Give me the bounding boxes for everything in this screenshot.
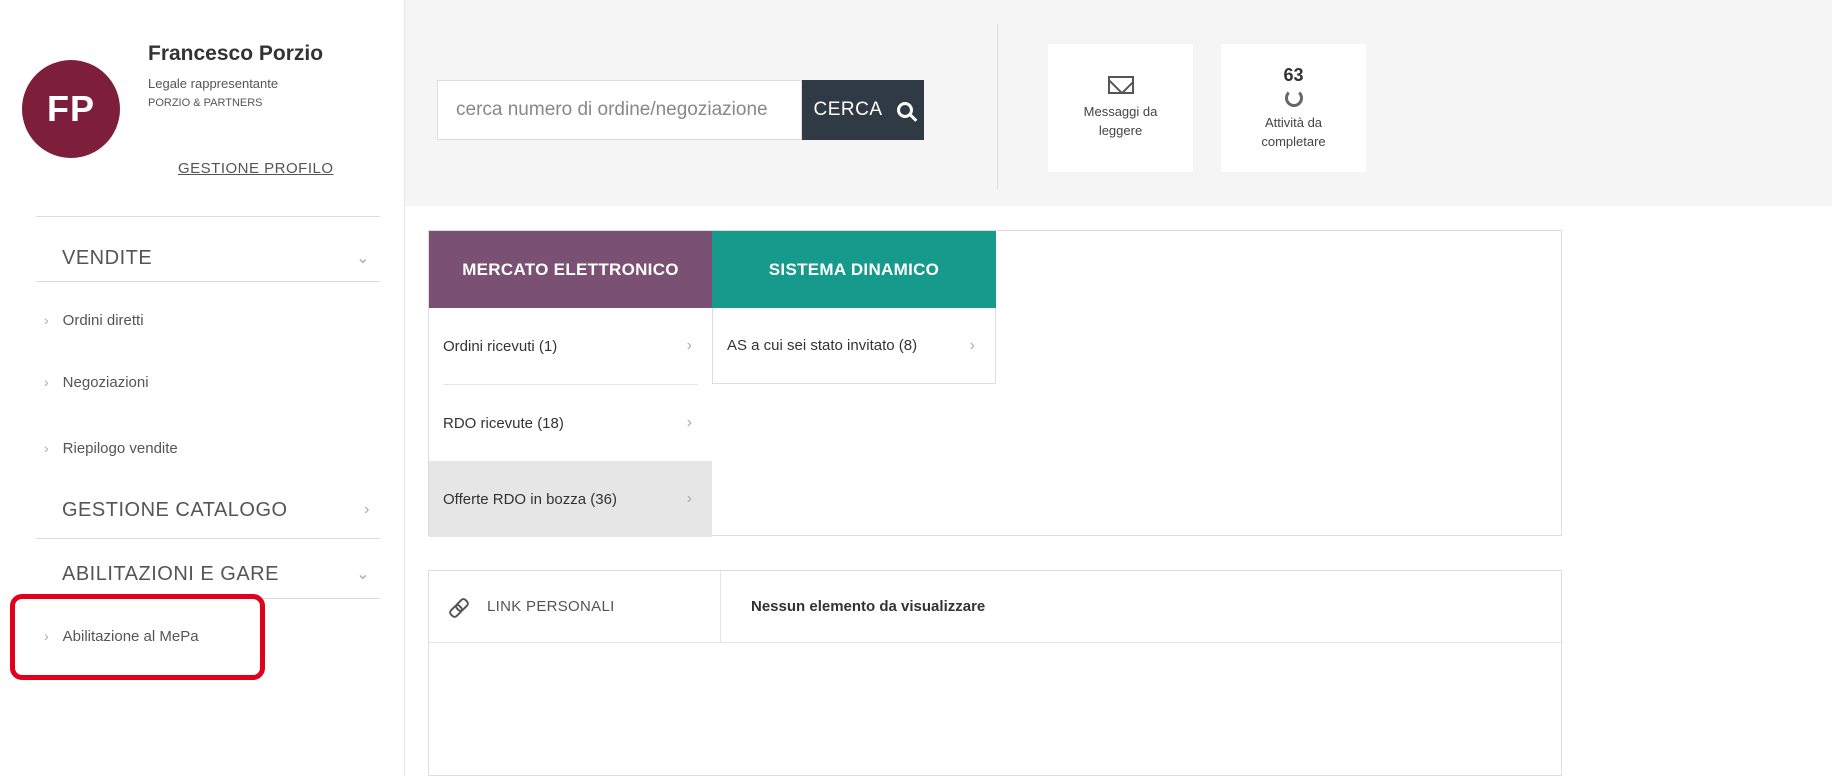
sidebar: FP Francesco Porzio Legale rappresentant…: [0, 0, 405, 776]
chevron-right-icon: ›: [686, 414, 692, 431]
list-item-offerte-rdo-bozza[interactable]: Offerte RDO in bozza (36) ›: [429, 461, 712, 537]
tasks-card[interactable]: 63 Attività da completare: [1221, 44, 1366, 172]
envelope-icon: [1107, 76, 1134, 94]
search-icon: [896, 102, 913, 118]
tasks-label-line1: Attività da: [1264, 114, 1323, 130]
header: cerca numero di ordine/negoziazione CERC…: [405, 0, 1832, 206]
sidebar-section-label: GESTIONE CATALOGO: [62, 498, 288, 521]
highlight-box: [10, 594, 265, 680]
chevron-right-icon: ›: [44, 374, 49, 390]
list-item-as-invitato[interactable]: AS a cui sei stato invitato (8) ›: [712, 308, 996, 384]
list-item-label: Offerte RDO in bozza (36): [443, 490, 617, 508]
chevron-right-icon: ›: [969, 336, 975, 354]
sidebar-item-negoziazioni[interactable]: › Negoziazioni: [44, 362, 149, 402]
divider: [36, 216, 380, 217]
avatar: FP: [22, 60, 120, 158]
search-button[interactable]: CERCA: [802, 80, 924, 140]
personal-links-panel: LINK PERSONALI Nessun elemento da visual…: [428, 570, 1563, 776]
sidebar-section-label: ABILITAZIONI E GARE: [62, 562, 279, 585]
chevron-right-icon: ›: [364, 501, 370, 518]
personal-links-empty-text: Nessun elemento da visualizzare: [751, 598, 986, 615]
spinner-icon: [1284, 88, 1303, 107]
sidebar-item-label: Riepilogo vendite: [62, 439, 178, 457]
tab-mercato-elettronico[interactable]: MERCATO ELETTRONICO: [429, 231, 712, 308]
divider: [36, 281, 380, 282]
list-item-label: AS a cui sei stato invitato (8): [727, 337, 918, 354]
chevron-right-icon: ›: [44, 440, 49, 456]
tab-sistema-dinamico[interactable]: SISTEMA DINAMICO: [712, 231, 996, 308]
sidebar-item-ordini-diretti[interactable]: › Ordini diretti: [44, 300, 144, 340]
personal-links-label-cell: LINK PERSONALI: [429, 570, 721, 643]
divider: [997, 24, 998, 190]
divider: [36, 538, 380, 539]
chevron-right-icon: ›: [686, 490, 692, 507]
sidebar-section-gestione-catalogo[interactable]: GESTIONE CATALOGO ›: [36, 478, 380, 542]
messages-card[interactable]: Messaggi da leggere: [1048, 44, 1193, 172]
sidebar-section-label: VENDITE: [62, 246, 153, 269]
search-button-label: CERCA: [813, 99, 883, 120]
chevron-down-icon: ⌄: [356, 566, 370, 583]
list-item-rdo-ricevute[interactable]: RDO ricevute (18) ›: [429, 385, 712, 461]
list-item-label: RDO ricevute (18): [443, 414, 564, 432]
list-item-ordini-ricevuti[interactable]: Ordini ricevuti (1) ›: [429, 308, 712, 384]
sidebar-item-riepilogo-vendite[interactable]: › Riepilogo vendite: [44, 428, 178, 468]
profile-role: Legale rappresentante: [148, 76, 279, 91]
chevron-down-icon: ⌄: [356, 250, 370, 267]
search-input[interactable]: cerca numero di ordine/negoziazione: [437, 80, 802, 140]
chevron-right-icon: ›: [44, 312, 49, 328]
messages-label-line2: leggere: [1098, 123, 1143, 138]
profile-panel: FP Francesco Porzio Legale rappresentant…: [0, 0, 405, 210]
profile-name: Francesco Porzio: [148, 42, 324, 65]
manage-profile-link[interactable]: GESTIONE PROFILO: [178, 160, 334, 177]
messages-label-line1: Messaggi da: [1083, 104, 1158, 119]
list-item-label: Ordini ricevuti (1): [443, 337, 558, 355]
personal-links-row: LINK PERSONALI Nessun elemento da visual…: [429, 570, 1563, 643]
sidebar-item-label: Negoziazioni: [62, 373, 149, 391]
sidebar-item-label: Ordini diretti: [62, 311, 144, 329]
personal-links-label: LINK PERSONALI: [487, 598, 615, 615]
marketplace-panel: MERCATO ELETTRONICO SISTEMA DINAMICO Ord…: [428, 230, 1562, 537]
tasks-label-line2: completare: [1261, 133, 1326, 149]
chevron-right-icon: ›: [686, 337, 692, 354]
profile-company: PORZIO & PARTNERS: [148, 97, 263, 109]
link-icon: [449, 598, 467, 616]
tasks-count: 63: [1283, 64, 1304, 85]
